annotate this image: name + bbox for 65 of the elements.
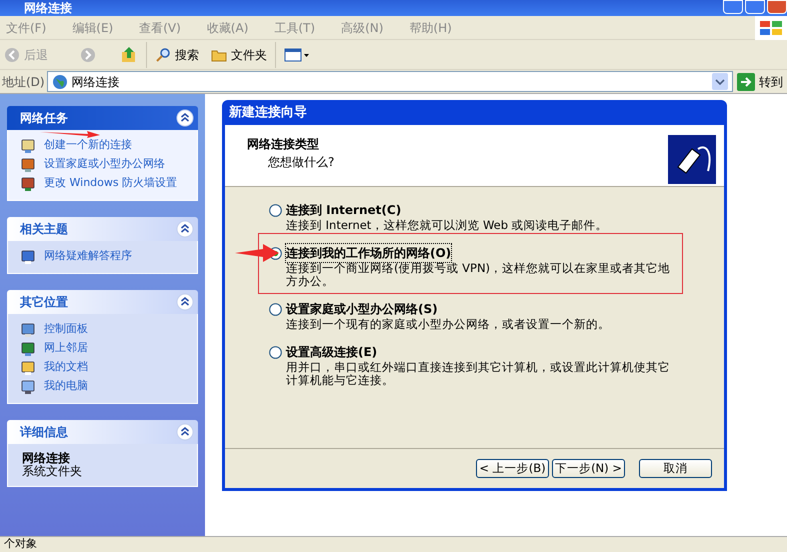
details-name: 网络连接 xyxy=(22,452,71,465)
wizard-button[interactable]: 取消 xyxy=(639,459,712,478)
menu-item[interactable]: 帮助(H) xyxy=(403,18,458,36)
task-link[interactable]: 控制面板 xyxy=(44,322,184,335)
windows-logo-icon xyxy=(755,16,787,40)
computer-icon xyxy=(20,379,36,395)
panel-header[interactable]: 相关主题 xyxy=(7,217,198,241)
wizard-button[interactable]: < 上一步(B) xyxy=(476,459,549,478)
task-link[interactable]: 设置家庭或小型办公网络 xyxy=(44,157,184,170)
folders-button[interactable]: 文件夹 xyxy=(211,46,267,64)
panel-header[interactable]: 其它位置 xyxy=(7,290,198,314)
window-title: 网络连接 xyxy=(24,0,72,16)
menu-item[interactable]: 高级(N) xyxy=(335,18,390,36)
option-label[interactable]: 连接到我的工作场所的网络(O) xyxy=(286,244,452,262)
panel-title: 其它位置 xyxy=(20,294,68,311)
panel-title: 相关主题 xyxy=(20,221,68,238)
collapse-icon[interactable] xyxy=(176,220,194,238)
task-link[interactable]: 更改 Windows 防火墙设置 xyxy=(44,176,184,189)
collapse-icon[interactable] xyxy=(176,109,194,127)
search-icon xyxy=(155,46,171,62)
dropdown-icon[interactable] xyxy=(712,73,728,90)
radio-button[interactable] xyxy=(269,204,282,216)
arrow-annotation xyxy=(40,131,100,138)
close-button[interactable] xyxy=(767,0,787,14)
option-label[interactable]: 连接到 Internet(C) xyxy=(286,201,402,219)
arrow-annotation xyxy=(235,244,279,262)
option-label[interactable]: 设置家庭或小型办公网络(S) xyxy=(286,300,438,318)
views-icon[interactable] xyxy=(284,46,310,62)
dialog-title: 新建连接向导 xyxy=(229,104,307,122)
radio-button[interactable] xyxy=(269,346,282,358)
task-link[interactable]: 网上邻居 xyxy=(44,341,184,354)
task-link[interactable]: 创建一个新的连接 xyxy=(44,138,184,151)
menu-item[interactable]: 收藏(A) xyxy=(200,18,254,36)
radio-button[interactable] xyxy=(269,302,282,316)
minimize-button[interactable] xyxy=(723,0,743,14)
panel-title: 详细信息 xyxy=(20,424,68,441)
details-type: 系统文件夹 xyxy=(22,465,83,478)
menu-item[interactable]: 查看(V) xyxy=(133,18,187,36)
option-description: 连接到一个商业网络(使用拨号或 VPN)，这样您就可以在家里或者其它地方办公。 xyxy=(286,262,672,288)
task-link[interactable]: 我的电脑 xyxy=(44,379,184,392)
status-text: 个对象 xyxy=(3,537,38,551)
option-description: 连接到一个现有的家庭或小型办公网络，或者设置一个新的。 xyxy=(286,318,611,331)
menu-item[interactable]: 编辑(E) xyxy=(66,18,120,36)
panel-header[interactable]: 详细信息 xyxy=(7,420,198,444)
up-folder-icon[interactable] xyxy=(120,46,138,64)
menu-item[interactable]: 文件(F) xyxy=(0,18,52,36)
address-field[interactable]: 网络连接 xyxy=(46,71,733,92)
option-description: 连接到 Internet，这样您就可以浏览 Web 或阅读电子邮件。 xyxy=(286,219,609,232)
collapse-icon[interactable] xyxy=(176,423,194,441)
wizard-button[interactable]: 下一步(N) > xyxy=(552,459,625,478)
menu-item[interactable]: 工具(T) xyxy=(268,18,322,36)
address-label: 地址(D) xyxy=(1,74,46,90)
panel-title: 网络任务 xyxy=(20,110,68,127)
step-title: 网络连接类型 xyxy=(247,136,320,153)
search-button[interactable]: 搜索 xyxy=(155,46,199,64)
option-label[interactable]: 设置高级连接(E) xyxy=(286,343,378,361)
task-link[interactable]: 我的文档 xyxy=(44,360,184,373)
task-link[interactable]: 网络疑难解答程序 xyxy=(44,249,184,262)
globe-icon xyxy=(52,74,68,90)
go-button[interactable]: 转到 xyxy=(733,72,787,90)
restore-button[interactable] xyxy=(745,0,765,14)
option-description: 用并口，串口或红外端口直接连接到其它计算机，或设置此计算机使其它计算机能与它连接。 xyxy=(286,361,671,387)
panel-header[interactable]: 网络任务 xyxy=(7,106,198,130)
collapse-icon[interactable] xyxy=(176,293,194,311)
step-subtitle: 您想做什么? xyxy=(268,154,334,171)
